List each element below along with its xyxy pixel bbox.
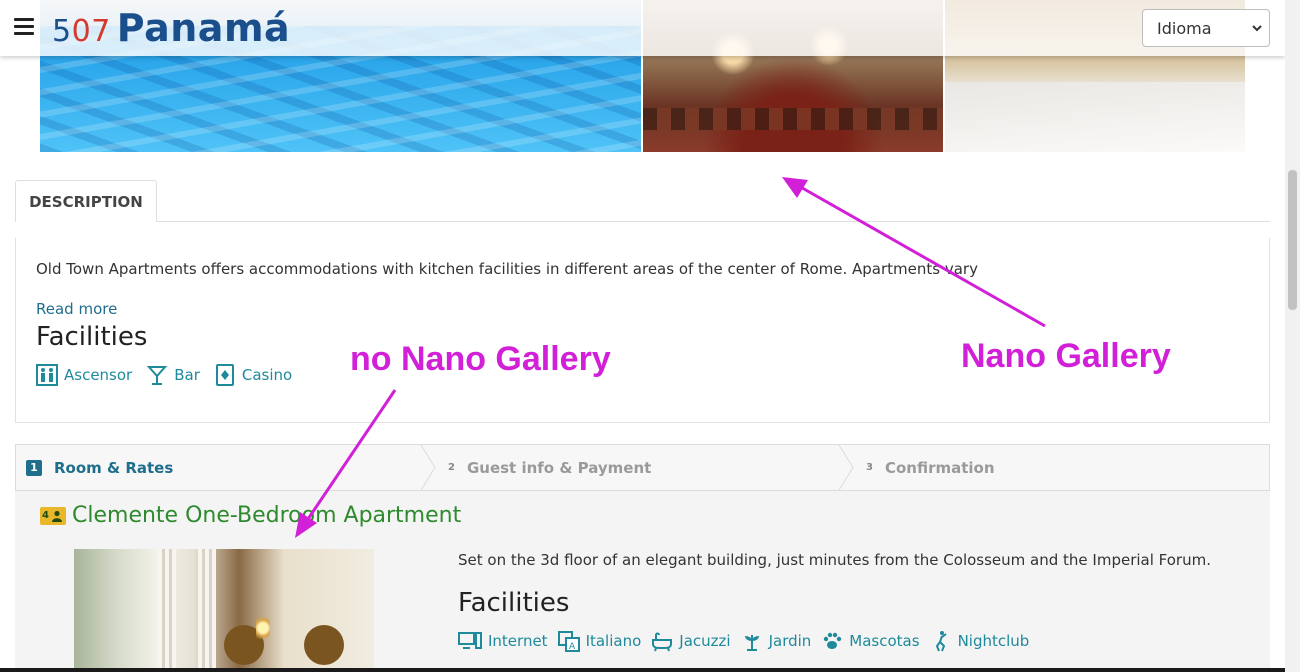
facility-label: Bar bbox=[174, 366, 200, 384]
step-number: 3 bbox=[866, 462, 873, 473]
language-select-value: Idioma bbox=[1157, 19, 1212, 38]
step-label: Room & Rates bbox=[54, 458, 174, 477]
cocktail-icon bbox=[146, 364, 168, 386]
step-room-rates[interactable]: 1 Room & Rates bbox=[26, 445, 173, 490]
room-photo[interactable] bbox=[74, 549, 374, 672]
step-guest-info[interactable]: 2 Guest info & Payment bbox=[448, 445, 651, 490]
bathtub-icon bbox=[651, 630, 673, 652]
elevator-icon bbox=[36, 364, 58, 386]
facility-label: Ascensor bbox=[64, 366, 133, 384]
step-number: 2 bbox=[448, 462, 455, 473]
facility-label: Mascotas bbox=[849, 632, 920, 650]
facility-label: Jacuzzi bbox=[679, 632, 731, 650]
facility-label: Italiano bbox=[585, 632, 642, 650]
hotel-facilities-list: Ascensor Bar Casino bbox=[36, 364, 306, 386]
step-separator bbox=[838, 445, 854, 490]
room-facility-italiano[interactable]: A Italiano bbox=[557, 630, 642, 652]
facility-ascensor[interactable]: Ascensor bbox=[36, 364, 132, 386]
read-more-link[interactable]: Read more bbox=[36, 300, 117, 318]
facility-bar[interactable]: Bar bbox=[146, 364, 200, 386]
step-number: 1 bbox=[26, 459, 42, 476]
facility-casino[interactable]: Casino bbox=[214, 364, 292, 386]
step-label: Confirmation bbox=[884, 458, 995, 477]
room-facility-internet[interactable]: Internet bbox=[458, 630, 548, 652]
language-select[interactable]: Idioma bbox=[1142, 9, 1270, 47]
booking-steps: 1 Room & Rates 2 Guest info & Payment 3 … bbox=[15, 444, 1270, 491]
svg-text:A: A bbox=[569, 642, 576, 652]
room-facilities-heading: Facilities bbox=[458, 588, 570, 618]
paw-icon bbox=[821, 630, 843, 652]
logo-digit-0: 0 bbox=[71, 14, 92, 49]
step-separator bbox=[420, 445, 436, 490]
room-facility-nightclub[interactable]: Nightclub bbox=[930, 630, 1030, 652]
tab-description[interactable]: DESCRIPTION bbox=[15, 180, 157, 222]
site-header: 507 Panamá Idioma bbox=[0, 0, 1285, 56]
step-confirmation[interactable]: 3 Confirmation bbox=[866, 445, 995, 490]
dancer-icon bbox=[930, 630, 952, 652]
room-title[interactable]: 4 Clemente One-Bedroom Apartment bbox=[40, 503, 461, 528]
room-facility-mascotas[interactable]: Mascotas bbox=[821, 630, 920, 652]
plant-icon bbox=[741, 630, 763, 652]
facilities-heading: Facilities bbox=[36, 322, 148, 352]
annotation-nano-gallery: Nano Gallery bbox=[961, 337, 1171, 375]
chevron-down-icon bbox=[1251, 18, 1263, 42]
facility-label: Internet bbox=[488, 632, 548, 650]
facility-label: Casino bbox=[241, 366, 293, 384]
logo-digit-5: 5 bbox=[52, 14, 72, 49]
computer-icon bbox=[458, 630, 482, 652]
annotation-no-nano-gallery: no Nano Gallery bbox=[350, 340, 611, 378]
room-title-text: Clemente One-Bedroom Apartment bbox=[72, 503, 462, 528]
site-logo[interactable]: 507 Panamá bbox=[52, 4, 290, 56]
logo-digit-7: 7 bbox=[91, 14, 111, 49]
room-facilities-list: Internet A Italiano Jacuzzi Jardin Masco… bbox=[458, 630, 1039, 652]
facility-label: Jardin bbox=[768, 632, 812, 650]
arrow-head-icon bbox=[782, 177, 808, 198]
page-scrollbar[interactable] bbox=[1285, 0, 1300, 672]
facility-label: Nightclub bbox=[957, 632, 1030, 650]
scrollbar-thumb[interactable] bbox=[1288, 170, 1297, 310]
logo-name: Panamá bbox=[116, 6, 291, 50]
hamburger-menu-icon[interactable] bbox=[14, 18, 34, 36]
room-facility-jardin[interactable]: Jardin bbox=[741, 630, 812, 652]
translate-icon: A bbox=[557, 630, 580, 652]
occupancy-badge-icon: 4 bbox=[40, 506, 66, 525]
description-text: Old Town Apartments offers accommodation… bbox=[36, 260, 978, 278]
step-label: Guest info & Payment bbox=[466, 458, 652, 477]
room-facility-jacuzzi[interactable]: Jacuzzi bbox=[651, 630, 731, 652]
bottom-edge bbox=[0, 668, 1285, 672]
room-description: Set on the 3d floor of an elegant buildi… bbox=[458, 551, 1211, 569]
occupancy-count: 4 bbox=[42, 510, 49, 521]
tab-divider bbox=[157, 221, 1270, 222]
playing-card-icon bbox=[214, 364, 236, 386]
